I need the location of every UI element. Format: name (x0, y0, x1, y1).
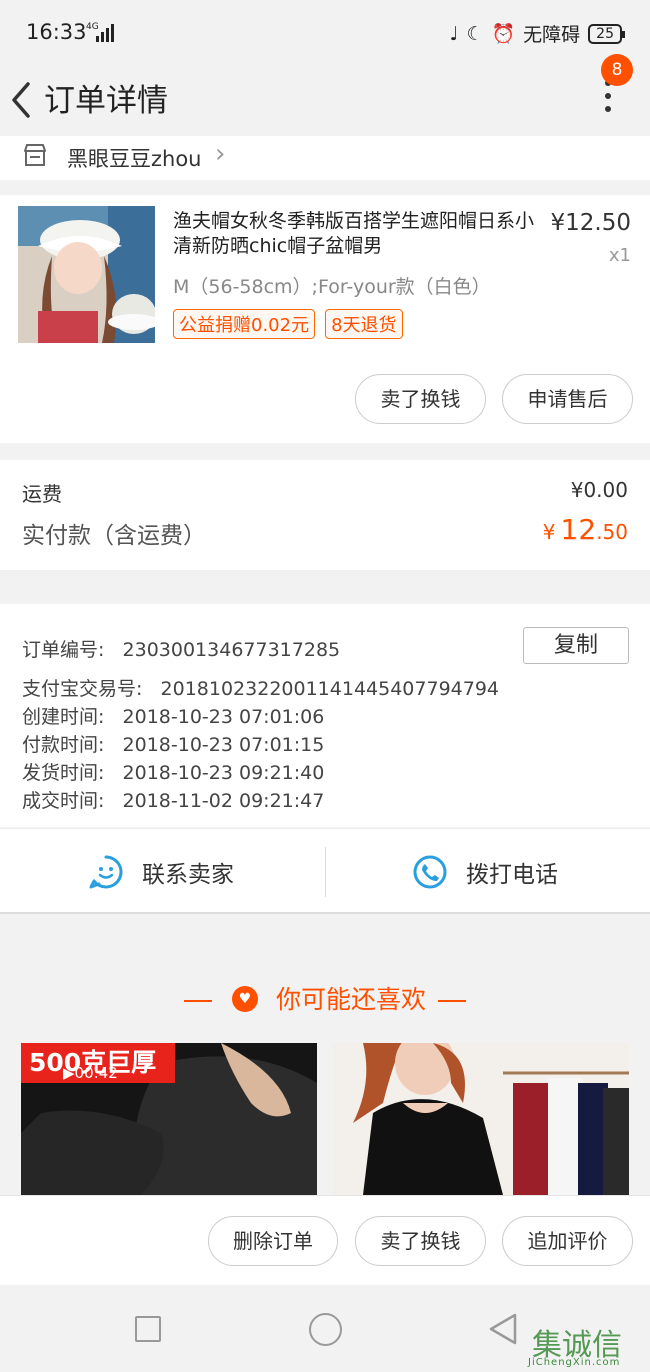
phone-icon (413, 855, 447, 889)
recommend-image (333, 1043, 629, 1195)
contact-seller-button[interactable]: 联系卖家 (88, 829, 234, 915)
moon-icon: ☾ (466, 22, 484, 45)
product-tags: 公益捐赠0.02元 8天退货 (173, 309, 403, 339)
charity-tag: 公益捐赠0.02元 (173, 309, 316, 339)
paid-amount: ¥ 12.50 (543, 513, 628, 546)
product-card: 渔夫帽女秋冬季韩版百搭学生遮阳帽日系小清新防晒chic帽子盆帽男 ¥12.50 … (0, 195, 650, 443)
completed-time-row: 成交时间: 2018-11-02 09:21:47 (22, 790, 325, 812)
watermark-domain: JiChengXin.com (528, 1357, 621, 1368)
back-arrow-icon[interactable] (8, 80, 36, 120)
fees-section: 运费 ¥0.00 实付款（含运费） ¥ 12.50 (0, 460, 650, 570)
order-number-row: 订单编号: 230300134677317285 (22, 639, 341, 661)
created-time-row: 创建时间: 2018-10-23 07:01:06 (22, 706, 325, 728)
paid-time-row: 付款时间: 2018-10-23 07:01:15 (22, 734, 325, 756)
add-review-button[interactable]: 追加评价 (502, 1216, 633, 1266)
alarm-icon: ⏰ (491, 23, 516, 45)
status-bar: 16:33 4G ♩ ☾ ⏰ 无障碍 25 (0, 0, 650, 66)
paid-label: 实付款（含运费） (22, 523, 206, 549)
shop-row[interactable]: 黑眼豆豆zhou › (0, 136, 650, 180)
accessibility-label: 无障碍 (523, 24, 581, 46)
divider-left-icon (184, 1000, 213, 1002)
home-icon[interactable] (309, 1313, 342, 1346)
product-price: ¥12.50 (550, 210, 631, 236)
page-title: 订单详情 (44, 83, 168, 119)
resell-button[interactable]: 卖了换钱 (355, 374, 486, 424)
return-policy-tag: 8天退货 (325, 309, 403, 339)
bottom-action-bar: 删除订单 卖了换钱 追加评价 (0, 1195, 650, 1285)
battery-icon: 25 (588, 23, 625, 44)
alipay-trade-row: 支付宝交易号: 2018102322001141445407794794 (22, 678, 500, 700)
vibrate-icon: ♩ (449, 22, 459, 45)
product-title[interactable]: 渔夫帽女秋冬季韩版百搭学生遮阳帽日系小清新防晒chic帽子盆帽男 (173, 209, 535, 259)
product-thumbnail[interactable] (18, 206, 155, 343)
delete-order-button[interactable]: 删除订单 (208, 1216, 338, 1266)
back-triangle-icon[interactable] (488, 1312, 518, 1346)
shipping-label: 运费 (22, 482, 62, 506)
chat-face-icon (89, 855, 123, 889)
chevron-right-icon: › (215, 139, 226, 169)
paid-integer: 12 (560, 513, 597, 546)
status-right: ♩ ☾ ⏰ 无障碍 25 (449, 20, 625, 47)
shipped-time-row: 发货时间: 2018-10-23 09:21:40 (22, 762, 325, 784)
alipay-trade-number: 2018102322001141445407794794 (160, 678, 500, 700)
status-time: 16:33 (26, 20, 87, 44)
shop-icon (24, 144, 46, 166)
contact-seller-label: 联系卖家 (142, 862, 234, 888)
product-quantity: x1 (608, 245, 631, 266)
paid-decimal: .50 (596, 520, 628, 544)
recommend-item[interactable]: 500克巨厚 ▶00:42 (21, 1043, 317, 1195)
call-phone-button[interactable]: 拨打电话 (412, 829, 558, 915)
notification-badge: 8 (601, 54, 633, 86)
recommend-title: 你可能还喜欢 (275, 985, 426, 1014)
order-info: 订单编号: 230300134677317285 复制 支付宝交易号: 2018… (0, 604, 650, 827)
product-sku: M（56-58cm）;For-your款（白色） (173, 276, 491, 298)
signal-icon (96, 24, 114, 42)
heart-icon: ♥ (232, 986, 259, 1012)
resell-bottom-button[interactable]: 卖了换钱 (355, 1216, 486, 1266)
copy-button[interactable]: 复制 (523, 627, 629, 664)
order-number: 230300134677317285 (122, 639, 341, 661)
divider-right-icon (437, 1000, 466, 1002)
play-icon: ▶ (63, 1064, 75, 1082)
recommend-item[interactable] (333, 1043, 629, 1195)
shipping-value: ¥0.00 (570, 478, 628, 502)
after-sales-button[interactable]: 申请售后 (502, 374, 633, 424)
contact-row: 联系卖家 拨打电话 (0, 828, 650, 914)
recents-icon[interactable] (135, 1316, 161, 1342)
paid-currency: ¥ (542, 520, 556, 544)
contact-divider (325, 847, 326, 897)
recommend-header: ♥ 你可能还喜欢 (0, 980, 650, 1016)
nav-bar: 订单详情 8 (0, 54, 650, 136)
video-duration: ▶00:42 (63, 1064, 118, 1082)
call-phone-label: 拨打电话 (466, 862, 558, 888)
shop-name: 黑眼豆豆zhou (67, 147, 202, 171)
